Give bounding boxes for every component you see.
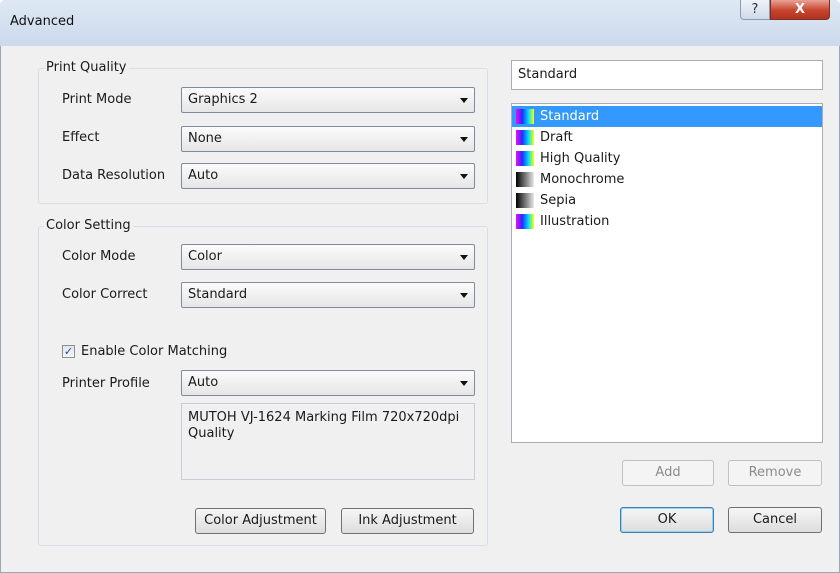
print-mode-select[interactable]: Graphics 2 <box>181 87 475 113</box>
effect-select[interactable]: None <box>181 126 475 152</box>
preset-name-value: Standard <box>518 67 578 82</box>
data-resolution-select[interactable]: Auto <box>181 163 475 189</box>
print-quality-legend: Print Quality <box>44 60 129 75</box>
preset-item-label: Standard <box>540 109 600 124</box>
preset-item-label: Monochrome <box>540 172 625 187</box>
preset-item-label: Draft <box>540 130 573 145</box>
data-resolution-label: Data Resolution <box>62 168 166 183</box>
color-setting-legend: Color Setting <box>44 218 133 233</box>
remove-button[interactable]: Remove <box>728 460 822 486</box>
grayscale-gradient-icon <box>516 193 534 208</box>
preset-item-high-quality[interactable]: High Quality <box>512 148 822 169</box>
chevron-down-icon <box>460 293 468 298</box>
close-button[interactable]: X <box>770 0 830 20</box>
add-button[interactable]: Add <box>622 460 714 486</box>
effect-value: None <box>188 131 222 146</box>
preset-item-draft[interactable]: Draft <box>512 127 822 148</box>
chevron-down-icon <box>460 381 468 386</box>
preset-item-monochrome[interactable]: Monochrome <box>512 169 822 190</box>
title-bar <box>0 0 840 46</box>
enable-color-matching-label[interactable]: Enable Color Matching <box>81 344 227 359</box>
color-gradient-icon <box>516 109 534 124</box>
color-adjustment-button[interactable]: Color Adjustment <box>195 508 326 534</box>
grayscale-gradient-icon <box>516 172 534 187</box>
color-correct-select[interactable]: Standard <box>181 282 475 308</box>
print-mode-label: Print Mode <box>62 92 132 107</box>
enable-color-matching-checkbox[interactable]: ✓ <box>62 345 75 358</box>
color-gradient-icon <box>516 130 534 145</box>
ink-adjustment-button[interactable]: Ink Adjustment <box>341 508 474 534</box>
color-mode-select[interactable]: Color <box>181 244 475 270</box>
data-resolution-value: Auto <box>188 168 219 183</box>
preset-item-illustration[interactable]: Illustration <box>512 211 822 232</box>
chevron-down-icon <box>460 255 468 260</box>
color-mode-label: Color Mode <box>62 249 136 264</box>
chevron-down-icon <box>460 98 468 103</box>
help-button[interactable]: ? <box>740 0 770 20</box>
preset-item-label: High Quality <box>540 151 621 166</box>
chevron-down-icon <box>460 174 468 179</box>
profile-description-text: MUTOH VJ-1624 Marking Film 720x720dpi Qu… <box>188 410 460 441</box>
color-gradient-icon <box>516 151 534 166</box>
preset-item-label: Sepia <box>540 193 577 208</box>
color-gradient-icon <box>516 214 534 229</box>
color-mode-value: Color <box>188 249 222 264</box>
print-mode-value: Graphics 2 <box>188 92 258 107</box>
preset-item-standard[interactable]: Standard <box>512 106 822 127</box>
printer-profile-value: Auto <box>188 375 219 390</box>
ok-button[interactable]: OK <box>620 507 714 533</box>
printer-profile-label: Printer Profile <box>62 376 150 391</box>
cancel-button[interactable]: Cancel <box>728 507 822 533</box>
effect-label: Effect <box>62 130 100 145</box>
color-correct-value: Standard <box>188 287 248 302</box>
preset-item-label: Illustration <box>540 214 610 229</box>
color-correct-label: Color Correct <box>62 287 148 302</box>
chevron-down-icon <box>460 137 468 142</box>
printer-profile-select[interactable]: Auto <box>181 370 475 396</box>
preset-list[interactable]: Standard Draft High Quality Monochrome S… <box>511 103 823 443</box>
preset-name-input[interactable]: Standard <box>511 60 823 90</box>
window-title: Advanced <box>10 14 75 29</box>
preset-item-sepia[interactable]: Sepia <box>512 190 822 211</box>
